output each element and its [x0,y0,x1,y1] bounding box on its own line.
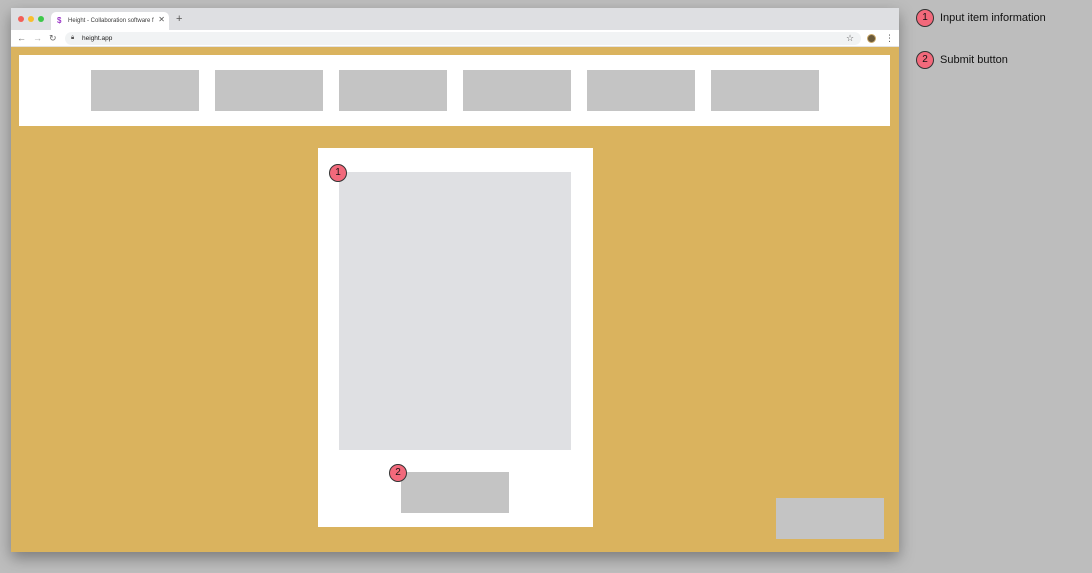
corner-action-button[interactable] [776,498,884,539]
header-nav [19,55,890,126]
legend-marker-1: 1 [916,9,934,27]
annotation-marker-1: 1 [329,164,347,182]
legend-marker-2: 2 [916,51,934,69]
item-information-input[interactable] [339,172,571,450]
reload-icon[interactable]: ↻ [49,32,57,44]
nav-item-5[interactable] [587,70,695,111]
bookmark-star-icon[interactable]: ☆ [846,32,854,44]
profile-avatar[interactable] [867,34,876,43]
new-tab-icon[interactable]: + [176,13,182,25]
maximize-window-button[interactable] [38,16,44,22]
browser-tab[interactable]: $ Height - Collaboration software f ✕ [51,12,169,30]
address-bar[interactable]: 🔒︎ height.app [65,32,861,45]
annotation-marker-2: 2 [389,464,407,482]
tab-strip: $ Height - Collaboration software f ✕ + [11,8,899,30]
close-window-button[interactable] [18,16,24,22]
minimize-window-button[interactable] [28,16,34,22]
lock-icon: 🔒︎ [71,35,75,41]
tab-title: Height - Collaboration software f [68,18,154,24]
submit-button[interactable] [401,472,509,513]
nav-item-6[interactable] [711,70,819,111]
legend-label-2: Submit button [940,54,1008,66]
browser-menu-icon[interactable]: ⋮ [885,32,894,44]
nav-item-1[interactable] [91,70,199,111]
back-arrow-icon[interactable]: ← [17,32,26,44]
form-card: 1 2 [318,148,593,527]
browser-window: $ Height - Collaboration software f ✕ + … [11,8,899,552]
nav-item-2[interactable] [215,70,323,111]
url-text: height.app [82,35,113,42]
close-tab-icon[interactable]: ✕ [158,15,165,25]
browser-toolbar: ← → ↻ 🔒︎ height.app ☆ ⋮ [11,30,899,47]
forward-arrow-icon[interactable]: → [33,32,42,44]
nav-item-3[interactable] [339,70,447,111]
height-logo-icon: $ [57,16,62,25]
page-content: 1 2 [11,47,899,552]
legend-label-1: Input item information [940,12,1046,24]
nav-item-4[interactable] [463,70,571,111]
